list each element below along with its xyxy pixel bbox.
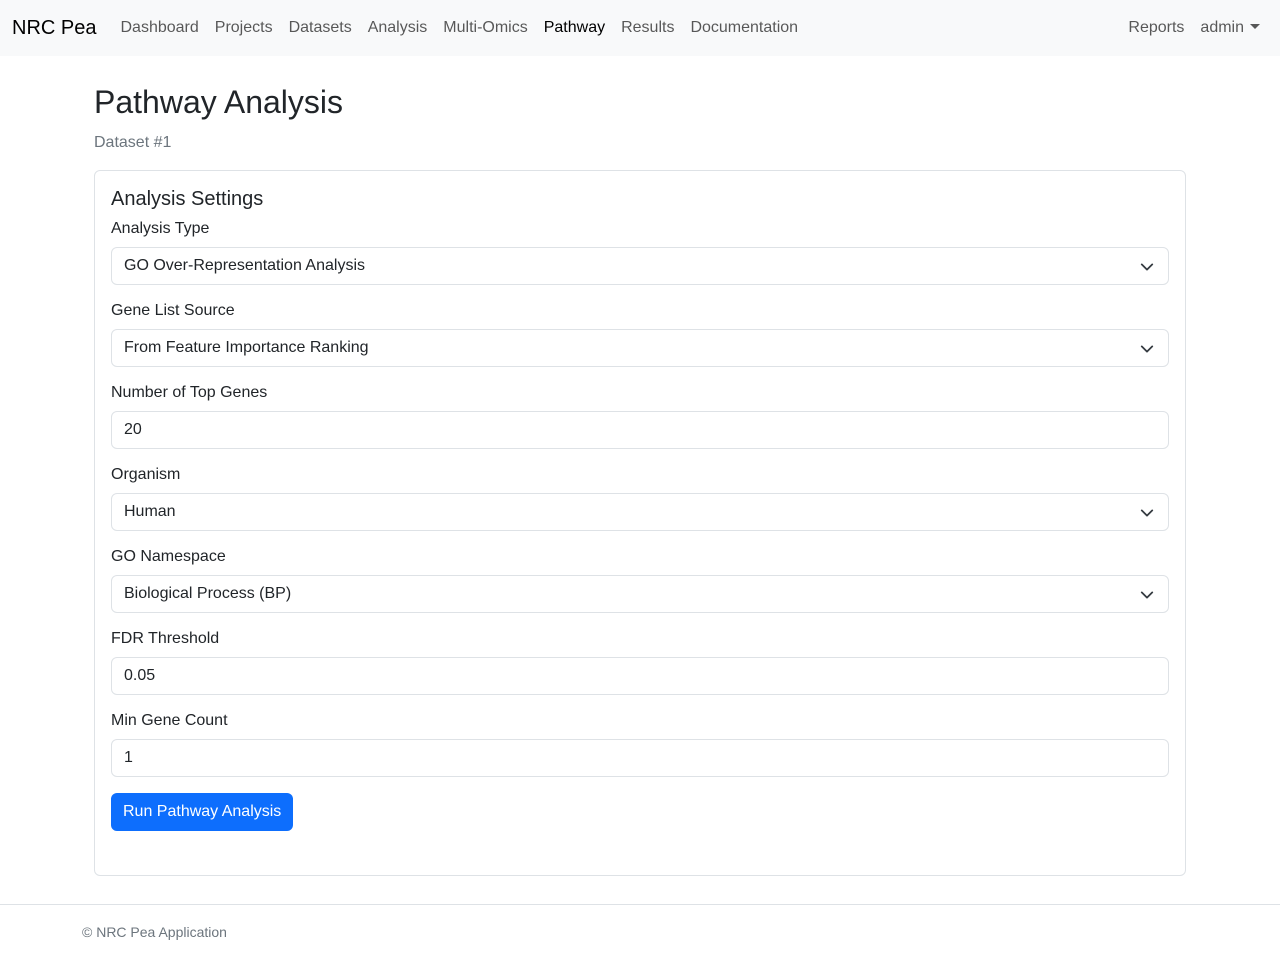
nav-link-documentation[interactable]: Documentation	[682, 19, 806, 37]
top-genes-input[interactable]: 20	[111, 411, 1169, 449]
nav-link-projects[interactable]: Projects	[207, 19, 281, 37]
nav-link-reports[interactable]: Reports	[1120, 19, 1192, 37]
go-namespace-value: Biological Process (BP)	[124, 585, 292, 602]
nav-link-datasets[interactable]: Datasets	[281, 19, 360, 37]
analysis-settings-card: Analysis Settings Analysis Type GO Over-…	[94, 170, 1186, 876]
go-namespace-select[interactable]: Biological Process (BP)	[111, 575, 1169, 613]
gene-list-source-value: From Feature Importance Ranking	[124, 339, 369, 356]
analysis-type-select[interactable]: GO Over-Representation Analysis	[111, 247, 1169, 285]
fdr-threshold-group: FDR Threshold 0.05	[111, 629, 1169, 695]
caret-down-icon	[1250, 24, 1260, 29]
organism-group: Organism Human	[111, 465, 1169, 531]
go-namespace-group: GO Namespace Biological Process (BP)	[111, 547, 1169, 613]
nav-link-dashboard[interactable]: Dashboard	[112, 19, 206, 37]
top-genes-group: Number of Top Genes 20	[111, 383, 1169, 449]
analysis-type-group: Analysis Type GO Over-Representation Ana…	[111, 219, 1169, 285]
chevron-down-icon	[1140, 263, 1154, 271]
user-dropdown[interactable]: admin	[1192, 19, 1268, 37]
fdr-threshold-value: 0.05	[124, 667, 156, 684]
gene-list-source-label: Gene List Source	[111, 302, 235, 319]
footer-text: © NRC Pea Application	[82, 924, 227, 940]
top-genes-value: 20	[124, 421, 142, 438]
go-namespace-label: GO Namespace	[111, 548, 226, 565]
min-gene-count-group: Min Gene Count 1	[111, 711, 1169, 777]
page-title: Pathway Analysis	[94, 84, 344, 120]
analysis-type-value: GO Over-Representation Analysis	[124, 257, 365, 274]
nav-link-multi-omics[interactable]: Multi-Omics	[435, 19, 535, 37]
nav-right: Reports admin	[1120, 19, 1268, 37]
top-navbar: NRC Pea Dashboard Projects Datasets Anal…	[0, 0, 1280, 56]
user-name: admin	[1200, 19, 1244, 36]
chevron-down-icon	[1140, 509, 1154, 517]
fdr-threshold-label: FDR Threshold	[111, 630, 220, 647]
organism-value: Human	[124, 503, 176, 520]
min-gene-count-label: Min Gene Count	[111, 712, 228, 729]
organism-select[interactable]: Human	[111, 493, 1169, 531]
nav-link-pathway[interactable]: Pathway	[536, 19, 613, 37]
organism-label: Organism	[111, 466, 181, 483]
gene-list-source-group: Gene List Source From Feature Importance…	[111, 301, 1169, 367]
gene-list-source-select[interactable]: From Feature Importance Ranking	[111, 329, 1169, 367]
top-genes-label: Number of Top Genes	[111, 384, 268, 401]
card-title: Analysis Settings	[111, 188, 264, 210]
min-gene-count-input[interactable]: 1	[111, 739, 1169, 777]
nav-links: Dashboard Projects Datasets Analysis Mul…	[112, 19, 806, 37]
analysis-type-label: Analysis Type	[111, 220, 210, 237]
brand-link[interactable]: NRC Pea	[12, 17, 96, 40]
run-pathway-analysis-button[interactable]: Run Pathway Analysis	[111, 793, 294, 831]
fdr-threshold-input[interactable]: 0.05	[111, 657, 1169, 695]
nav-link-results[interactable]: Results	[613, 19, 682, 37]
chevron-down-icon	[1140, 591, 1154, 599]
main-content: Pathway Analysis Dataset #1 Analysis Set…	[94, 56, 1186, 876]
chevron-down-icon	[1140, 345, 1154, 353]
footer: © NRC Pea Application	[0, 904, 1280, 958]
min-gene-count-value: 1	[124, 749, 133, 766]
page-subtitle: Dataset #1	[94, 134, 172, 151]
nav-link-analysis[interactable]: Analysis	[360, 19, 436, 37]
